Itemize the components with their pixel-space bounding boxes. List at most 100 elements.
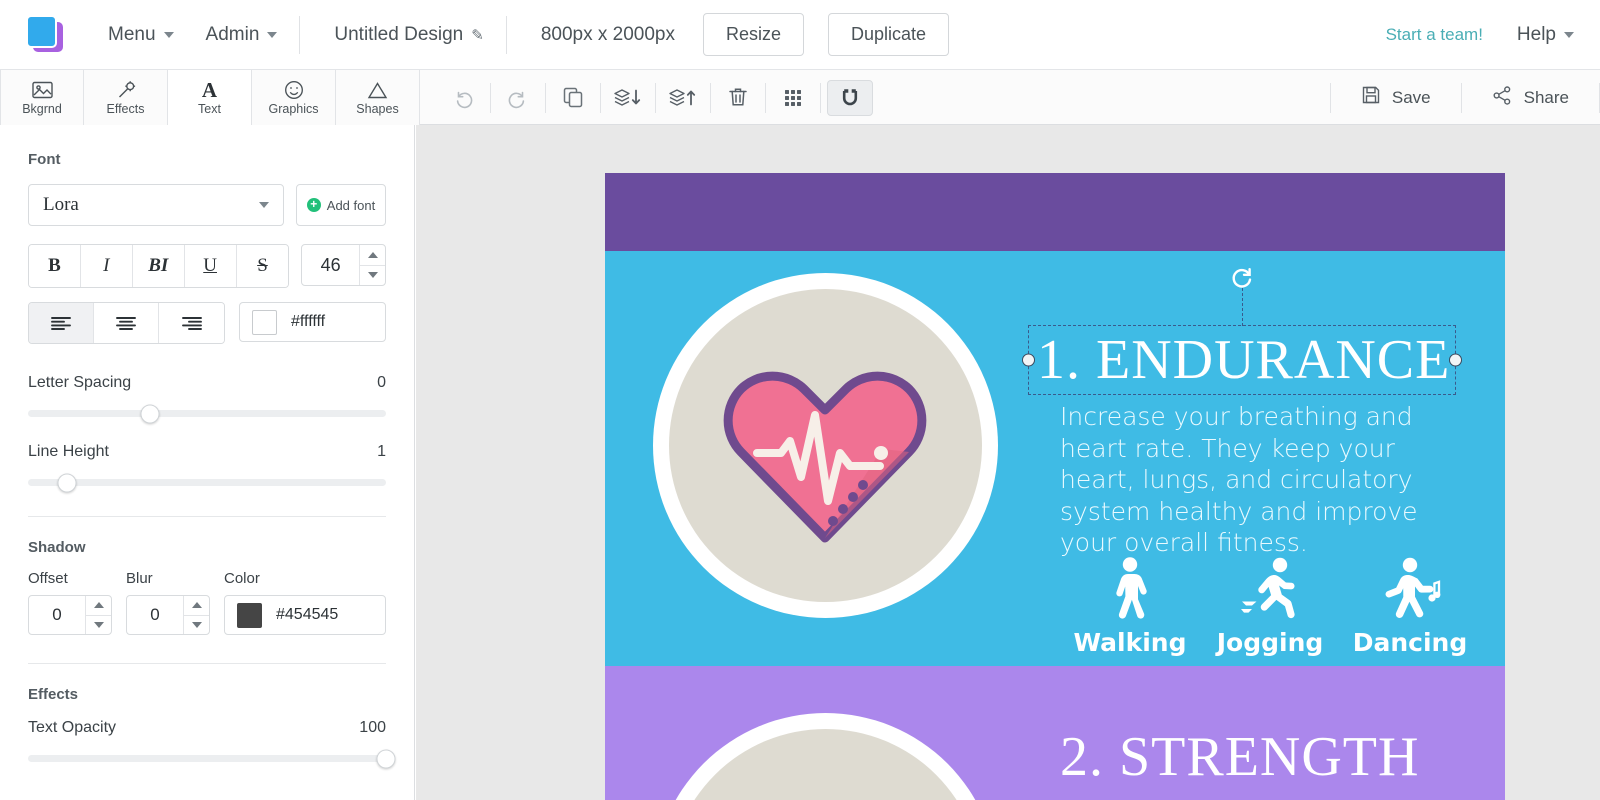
start-a-team-link[interactable]: Start a team! — [1386, 25, 1483, 45]
alignment-and-color-row: #ffffff — [0, 302, 414, 344]
tab-shapes[interactable]: Shapes — [336, 70, 420, 125]
tab-label: Graphics — [268, 102, 319, 116]
resize-button[interactable]: Resize — [702, 13, 805, 56]
rotate-handle-icon[interactable] — [1229, 264, 1255, 290]
line-height-value: 1 — [377, 443, 386, 460]
text-properties-panel: Font Lora + Add font B I BI U S 46 #ffff… — [0, 125, 415, 800]
smiley-icon — [284, 79, 304, 101]
strikethrough-button[interactable]: S — [236, 245, 289, 287]
menu-dropdown[interactable]: Menu — [92, 0, 190, 70]
text-opacity-thumb[interactable] — [376, 749, 396, 768]
text-style-row: B I BI U S 46 — [0, 244, 414, 288]
font-size-increase-button[interactable] — [360, 245, 385, 265]
shadow-offset-value[interactable]: 0 — [29, 605, 85, 625]
chevron-down-icon — [1564, 31, 1574, 38]
strength-heading[interactable]: 2. STRENGTH — [1060, 728, 1419, 787]
document-title[interactable]: Untitled Design ✎ — [306, 0, 499, 70]
divider — [820, 82, 821, 113]
align-center-button[interactable] — [94, 303, 159, 343]
shadow-offset-increase-button[interactable] — [86, 596, 111, 615]
jogging-person-icon — [1241, 557, 1295, 619]
resize-handle-left[interactable] — [1022, 353, 1035, 367]
tab-graphics[interactable]: Graphics — [252, 70, 336, 125]
redo-button[interactable] — [491, 70, 545, 125]
underline-button[interactable]: U — [184, 245, 237, 287]
italic-button[interactable]: I — [80, 245, 133, 287]
font-family-select[interactable]: Lora — [28, 184, 284, 226]
activity-walking[interactable]: Walking — [1060, 556, 1200, 657]
help-label: Help — [1516, 23, 1556, 45]
app-logo[interactable] — [0, 14, 92, 55]
text-opacity-slider[interactable] — [28, 749, 396, 768]
bold-button[interactable]: B — [29, 245, 81, 287]
font-size-value[interactable]: 46 — [302, 255, 359, 276]
endurance-circle[interactable] — [653, 273, 998, 618]
letter-spacing-slider[interactable] — [28, 404, 386, 423]
delete-button[interactable] — [711, 70, 765, 125]
shadow-blur-decrease-button[interactable] — [184, 614, 209, 635]
shadow-offset-label: Offset — [28, 570, 68, 587]
canvas-dimensions: 800px x 2000px — [513, 0, 703, 70]
font-family-row: Lora + Add font — [0, 184, 414, 226]
activity-dancing[interactable]: Dancing — [1340, 556, 1480, 657]
add-font-button[interactable]: + Add font — [296, 184, 386, 226]
share-nodes-icon — [1492, 85, 1513, 111]
endurance-circle-inner — [669, 289, 982, 602]
resize-handle-right[interactable] — [1449, 353, 1462, 367]
shadow-blur-increase-button[interactable] — [184, 596, 209, 615]
line-height-slider[interactable] — [28, 473, 386, 492]
share-button[interactable]: Share — [1462, 70, 1599, 125]
shadow-color-picker[interactable]: #454545 — [224, 595, 386, 635]
send-backward-button[interactable] — [601, 70, 655, 125]
letter-spacing-thumb[interactable] — [140, 404, 160, 423]
design-canvas[interactable]: 1. ENDURANCE Increase your breathing and… — [605, 173, 1505, 800]
tab-bkgrnd[interactable]: Bkgrnd — [0, 70, 84, 125]
save-button[interactable]: Save — [1331, 70, 1461, 125]
effects-section-title: Effects — [28, 686, 79, 703]
text-color-picker[interactable]: #ffffff — [239, 302, 386, 342]
grid-button[interactable] — [766, 70, 820, 125]
shadow-offset-decrease-button[interactable] — [86, 614, 111, 635]
admin-dropdown[interactable]: Admin — [190, 0, 294, 70]
shadow-offset-stepper[interactable]: 0 — [28, 595, 112, 635]
rotate-handle-line — [1242, 288, 1243, 326]
activity-jogging[interactable]: Jogging — [1200, 556, 1340, 657]
duplicate-button[interactable] — [546, 70, 600, 125]
toolbar-actions — [420, 70, 879, 125]
bold-italic-button[interactable]: BI — [132, 245, 185, 287]
endurance-body-text[interactable]: Increase your breathing and heart rate. … — [1060, 401, 1435, 559]
help-dropdown[interactable]: Help — [1517, 24, 1574, 46]
font-size-decrease-button[interactable] — [360, 264, 385, 286]
tab-effects[interactable]: Effects — [84, 70, 168, 125]
duplicate-design-button[interactable]: Duplicate — [828, 13, 950, 56]
text-a-icon: A — [201, 77, 218, 102]
logo-square-front — [26, 14, 57, 48]
bring-forward-button[interactable] — [656, 70, 710, 125]
shadow-blur-value[interactable]: 0 — [127, 605, 183, 625]
text-opacity-label: Text Opacity — [28, 719, 117, 736]
top-bar: Menu Admin Untitled Design ✎ 800px x 200… — [0, 0, 1600, 70]
snap-magnet-button[interactable] — [827, 79, 873, 116]
canvas-area[interactable]: 1. ENDURANCE Increase your breathing and… — [416, 125, 1600, 800]
walking-person-icon — [1116, 557, 1147, 619]
activity-label: Walking — [1073, 628, 1187, 657]
letter-spacing-label: Letter Spacing — [28, 374, 132, 391]
line-height-label: Line Height — [28, 443, 109, 460]
arrow-up-icon — [367, 251, 378, 258]
align-left-button[interactable] — [29, 303, 94, 343]
shadow-blur-stepper[interactable]: 0 — [126, 595, 210, 635]
tab-label: Bkgrnd — [22, 102, 62, 116]
line-height-thumb[interactable] — [57, 473, 77, 492]
font-size-stepper[interactable]: 46 — [301, 244, 386, 286]
align-right-button[interactable] — [159, 303, 224, 343]
pencil-icon[interactable]: ✎ — [471, 26, 484, 44]
tab-text[interactable]: A Text — [168, 70, 252, 125]
arrow-up-icon — [191, 602, 202, 609]
text-style-buttons: B I BI U S — [28, 244, 290, 288]
plus-circle-icon: + — [306, 198, 321, 212]
arrow-down-icon — [191, 621, 202, 628]
undo-button[interactable] — [436, 70, 490, 125]
text-opacity-value: 100 — [359, 719, 386, 736]
text-selection-box[interactable] — [1022, 268, 1462, 395]
chevron-down-icon — [267, 31, 278, 38]
